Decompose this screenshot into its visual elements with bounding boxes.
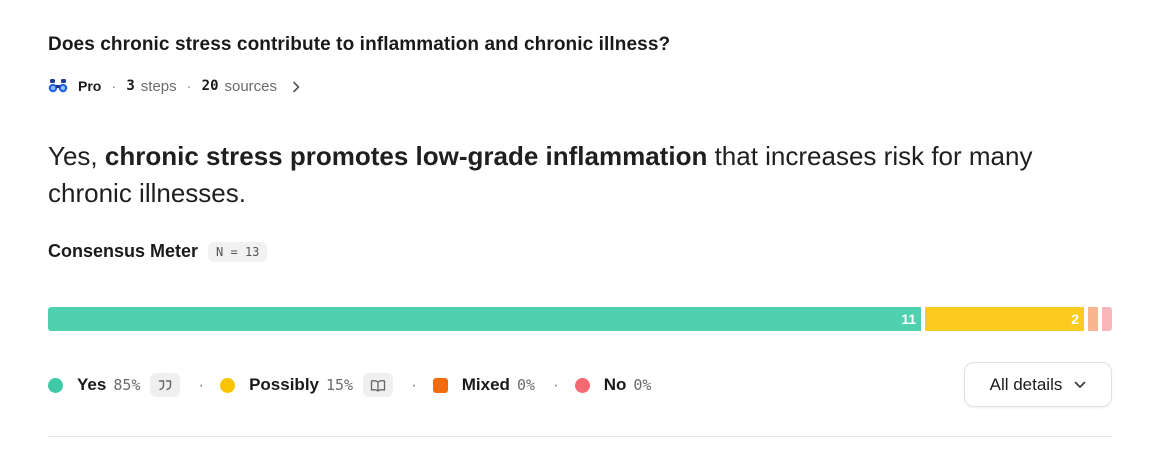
all-details-label: All details xyxy=(989,374,1063,394)
pro-badge: Pro xyxy=(78,78,102,94)
no-percent: 0% xyxy=(633,376,652,394)
all-details-button[interactable]: All details xyxy=(964,362,1112,407)
meta-separator: · xyxy=(186,77,192,95)
legend-mixed: Mixed 0% xyxy=(432,375,536,395)
answer-prefix: Yes, xyxy=(48,141,105,171)
meter-segment-mixed xyxy=(1087,307,1098,331)
sample-size-badge: N = 13 xyxy=(208,241,268,262)
meter-segment-possibly: 2 xyxy=(925,307,1084,331)
binoculars-icon xyxy=(48,79,68,93)
legend-yes: Yes 85% xyxy=(48,373,181,397)
question-title: Does chronic stress contribute to inflam… xyxy=(48,34,671,55)
result-card: Does chronic stress contribute to inflam… xyxy=(48,0,1112,460)
possibly-dot xyxy=(220,377,236,393)
steps-label: steps xyxy=(140,77,177,95)
yes-dot xyxy=(48,377,63,393)
meter-segment-count: 2 xyxy=(1071,311,1079,327)
consensus-meter-header: Consensus Meter N = 13 xyxy=(48,241,268,262)
legend-separator: · xyxy=(553,375,559,394)
meter-segment-no xyxy=(1101,307,1112,331)
legend-separator: · xyxy=(411,375,417,394)
consensus-meter-title: Consensus Meter xyxy=(48,241,199,261)
no-label: No xyxy=(603,375,627,394)
steps-count: 3 xyxy=(126,78,135,94)
yes-label: Yes xyxy=(77,375,107,394)
sources-count: 20 xyxy=(201,78,219,94)
possibly-label: Possibly xyxy=(249,375,319,394)
legend-separator: · xyxy=(198,375,205,394)
search-meta[interactable]: Pro · 3 steps · 20 sources xyxy=(48,75,301,97)
mixed-dot xyxy=(432,377,448,393)
yes-percent: 85% xyxy=(113,376,141,394)
legend-possibly: Possibly 15% xyxy=(220,373,394,397)
consensus-legend: Yes 85% · Possibly 15% · Mixed 0% · No 0… xyxy=(48,370,651,400)
answer-summary: Yes, chronic stress promotes low-grade i… xyxy=(48,138,1108,212)
consensus-meter-bar: 11 2 xyxy=(48,307,1112,331)
legend-no: No 0% xyxy=(574,375,652,395)
book-icon[interactable] xyxy=(363,373,394,397)
chevron-right-icon[interactable] xyxy=(291,80,301,93)
section-divider xyxy=(48,436,1112,437)
meter-segment-count: 11 xyxy=(901,311,917,327)
meta-separator: · xyxy=(111,77,117,95)
chevron-down-icon xyxy=(1075,381,1086,388)
mixed-percent: 0% xyxy=(516,376,536,394)
no-dot xyxy=(574,377,590,393)
mixed-label: Mixed xyxy=(461,375,510,394)
sources-label: sources xyxy=(224,77,278,95)
meter-segment-yes: 11 xyxy=(48,307,922,331)
quote-icon[interactable] xyxy=(150,373,181,397)
possibly-percent: 15% xyxy=(326,376,354,394)
answer-highlight: chronic stress promotes low-grade inflam… xyxy=(104,141,708,171)
